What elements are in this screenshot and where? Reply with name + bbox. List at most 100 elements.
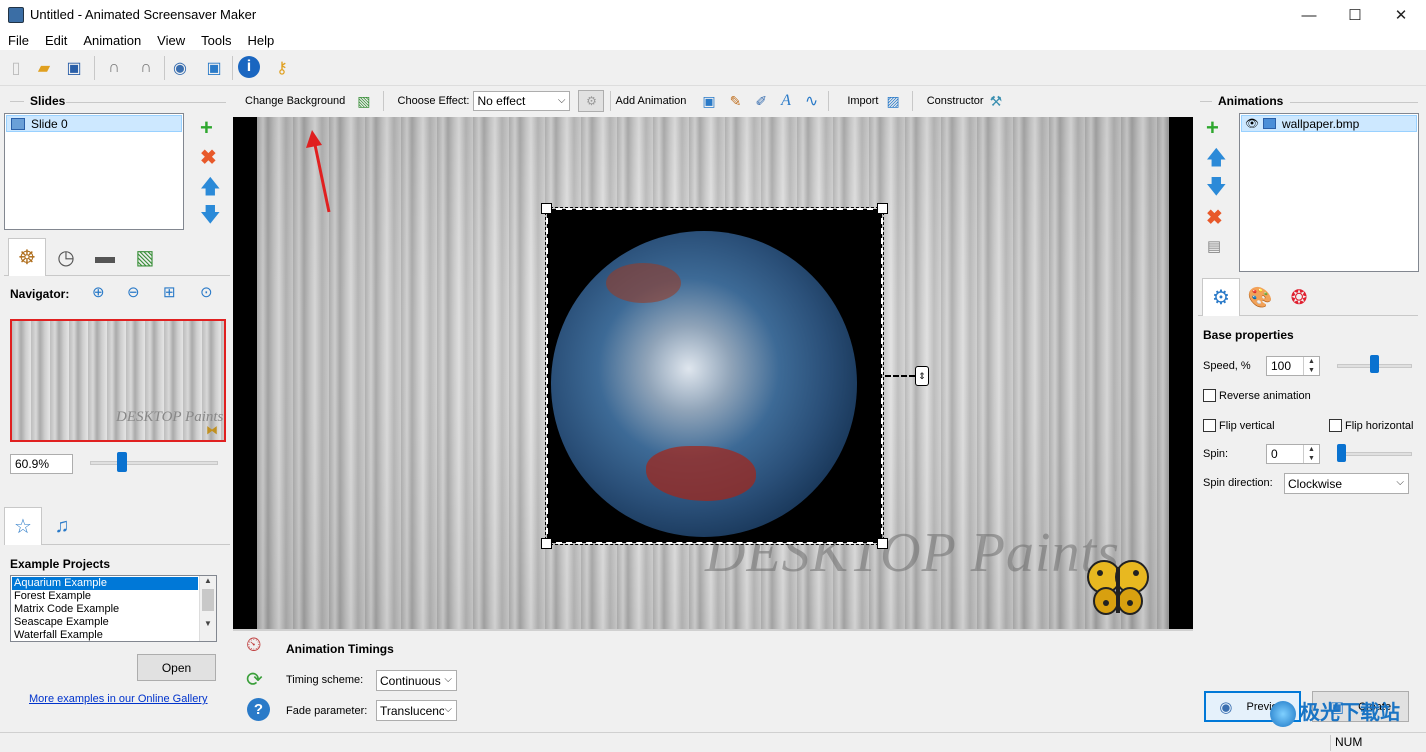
editor-toolbar: Change Background ▧ Choose Effect: No ef… (233, 86, 1191, 116)
tab-colors[interactable]: 🎨 (1241, 278, 1279, 316)
rotate-handle-icon[interactable]: ⇕ (915, 366, 929, 386)
resize-handle-nw[interactable] (541, 203, 552, 214)
screensaver-icon[interactable]: ▣ (202, 56, 226, 80)
main-toolbar: ▯ ▰ ▣ ∩ ∩ ◉ ▣ i ⚷ (0, 50, 1426, 86)
key-icon[interactable]: ⚷ (270, 56, 294, 80)
fade-parameter-select[interactable]: Translucenc ⌵ (376, 700, 457, 721)
fit-icon[interactable]: ⊞ (163, 283, 176, 301)
delete-animation-icon[interactable]: ✖ (1206, 208, 1223, 228)
effect-select[interactable]: No effect ⌵ (473, 91, 571, 111)
add-slide-icon[interactable]: + (200, 117, 213, 139)
animations-list[interactable]: 👁 wallpaper.bmp (1239, 113, 1419, 272)
list-item[interactable]: Forest Example (12, 590, 91, 603)
speed-stepper[interactable]: ▲ ▼ (1303, 357, 1319, 375)
slide-thumb-icon (11, 117, 25, 130)
slide-canvas[interactable]: DESKTOP Paints ⇕ (233, 117, 1193, 629)
spin-direction-select[interactable]: Clockwise ⌵ (1284, 473, 1409, 494)
tools-icon[interactable]: ⚒ (990, 93, 1003, 110)
examples-header: Example Projects (10, 557, 111, 571)
menu-file[interactable]: File (0, 30, 37, 50)
properties-icon[interactable]: ▤ (1207, 237, 1221, 255)
picture-icon: ▧ (135, 246, 155, 269)
list-item[interactable]: Aquarium Example (12, 577, 198, 590)
flip-horizontal-checkbox[interactable]: Flip horizontal (1329, 419, 1413, 432)
online-gallery-link[interactable]: More examples in our Online Gallery (29, 693, 208, 705)
new-file-icon[interactable]: ▯ (4, 56, 28, 80)
menu-animation[interactable]: Animation (75, 30, 149, 50)
gears-icon: ⚙ (1212, 287, 1230, 309)
animation-down-icon[interactable]: 🡇 (1206, 177, 1227, 197)
resize-handle-se[interactable] (877, 538, 888, 549)
constructor-label[interactable]: Constructor (927, 95, 984, 107)
import-label[interactable]: Import (847, 95, 878, 107)
reverse-animation-checkbox[interactable]: Reverse animation (1203, 389, 1311, 402)
list-item[interactable]: Waterfall Example (12, 629, 103, 641)
examples-list[interactable]: Aquarium Example Forest Example Matrix C… (10, 575, 217, 642)
tab-effects[interactable]: ❂ (1280, 278, 1318, 316)
menu-view[interactable]: View (149, 30, 193, 50)
spin-input[interactable]: 0 ▲ ▼ (1266, 444, 1320, 464)
zoom-actual-icon[interactable]: ⊙ (200, 283, 213, 301)
list-item[interactable]: Seascape Example (12, 616, 109, 629)
minimize-button[interactable]: — (1286, 0, 1332, 30)
tab-camera[interactable]: ▬ (86, 238, 124, 276)
zoom-out-icon[interactable]: ⊖ (127, 283, 140, 301)
list-item[interactable]: Slide 0 (6, 115, 182, 132)
text-icon[interactable]: A (781, 92, 791, 110)
background-image-icon[interactable]: ▧ (357, 93, 370, 110)
resize-handle-ne[interactable] (877, 203, 888, 214)
list-item[interactable]: 👁 wallpaper.bmp (1241, 115, 1417, 132)
speed-input[interactable]: 100 ▲ ▼ (1266, 356, 1320, 376)
save-icon[interactable]: ▣ (62, 56, 86, 80)
menu-tools[interactable]: Tools (193, 30, 239, 50)
open-folder-icon[interactable]: ▰ (32, 56, 56, 80)
speed-slider-thumb[interactable] (1370, 355, 1379, 373)
music-icon: ♫ (54, 514, 70, 537)
help-icon[interactable]: ? (247, 698, 270, 721)
tab-base-properties[interactable]: ⚙ (1202, 278, 1240, 316)
timing-scheme-select[interactable]: Continuous ⌵ (376, 670, 457, 691)
undo-icon[interactable]: ∩ (102, 56, 126, 80)
visibility-eye-icon[interactable]: 👁 (1245, 117, 1259, 130)
preview-eye-icon[interactable]: ◉ (168, 56, 192, 80)
move-up-icon[interactable]: 🡅 (200, 177, 221, 197)
slides-list[interactable]: Slide 0 (4, 113, 184, 230)
selection-frame[interactable] (545, 207, 884, 545)
delete-slide-icon[interactable]: ✖ (200, 148, 217, 168)
flip-vertical-checkbox[interactable]: Flip vertical (1203, 419, 1275, 432)
maximize-button[interactable]: ☐ (1332, 0, 1378, 30)
menu-help[interactable]: Help (239, 30, 282, 50)
zoom-value-field[interactable]: 60.9% (10, 454, 73, 474)
add-animation-icon[interactable]: + (1206, 117, 1219, 139)
menu-edit[interactable]: Edit (37, 30, 75, 50)
spin-slider-track[interactable] (1337, 452, 1412, 456)
tab-music[interactable]: ♫ (43, 507, 81, 545)
tab-navigator[interactable]: ☸ (8, 238, 46, 276)
tab-timing[interactable]: ◷ (47, 238, 85, 276)
navigator-preview[interactable]: DESKTOP Paints ⧓ (10, 319, 226, 442)
eye-icon: ◉ (1219, 698, 1233, 716)
zoom-slider-thumb[interactable] (117, 452, 128, 472)
effect-settings-icon[interactable]: ⚙ (578, 90, 605, 112)
redo-icon[interactable]: ∩ (134, 56, 158, 80)
change-background-button[interactable]: Change Background (245, 95, 345, 107)
spin-stepper[interactable]: ▲ ▼ (1303, 445, 1319, 463)
tab-image[interactable]: ▧ (126, 238, 164, 276)
open-button[interactable]: Open (137, 654, 216, 681)
move-down-icon[interactable]: 🡇 (200, 205, 221, 225)
close-button[interactable]: ✕ (1378, 0, 1424, 30)
list-scrollbar[interactable]: ▲ ▼ (199, 576, 216, 641)
info-icon[interactable]: i (238, 56, 260, 78)
zoom-in-icon[interactable]: ⊕ (92, 283, 105, 301)
zoom-slider-track[interactable] (90, 461, 218, 465)
tab-examples[interactable]: ☆ (4, 507, 42, 545)
list-item[interactable]: Matrix Code Example (12, 603, 119, 616)
pen-icon[interactable]: ✐ (755, 93, 767, 110)
animation-up-icon[interactable]: 🡅 (1206, 148, 1227, 168)
add-image-icon[interactable]: ▣ (702, 93, 715, 110)
import-icon[interactable]: ▨ (887, 93, 900, 110)
wave-icon[interactable]: ∿ (805, 91, 818, 111)
brush-icon[interactable]: ✎ (730, 93, 742, 110)
spin-slider-thumb[interactable] (1337, 444, 1346, 462)
resize-handle-sw[interactable] (541, 538, 552, 549)
